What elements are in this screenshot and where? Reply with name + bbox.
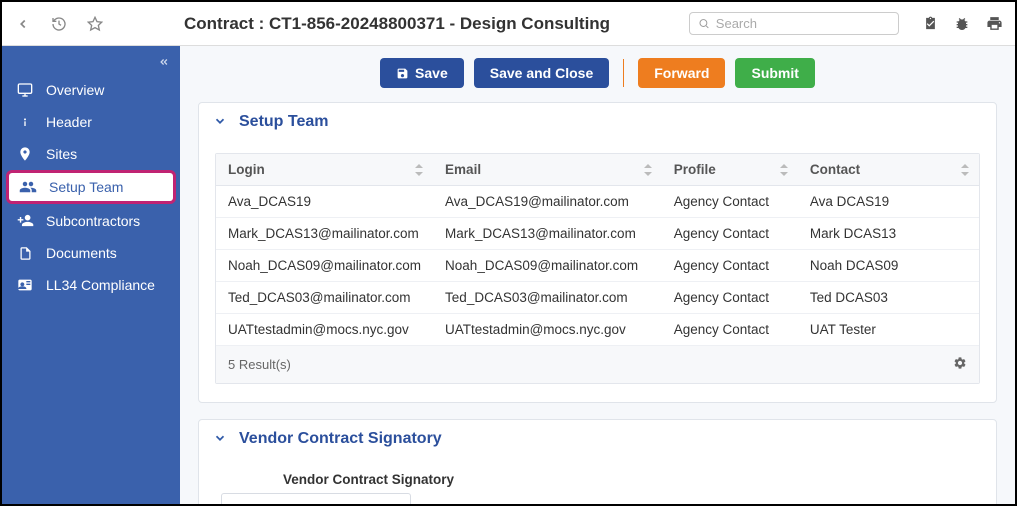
signatory-panel: Vendor Contract Signatory Vendor Contrac… bbox=[198, 419, 997, 504]
sidebar-collapse[interactable] bbox=[2, 54, 180, 74]
sidebar-item-label: LL34 Compliance bbox=[46, 277, 155, 293]
button-divider bbox=[623, 59, 624, 87]
chevron-down-icon bbox=[213, 114, 227, 131]
cell-email: Ava_DCAS19@mailinator.com bbox=[433, 186, 662, 218]
cell-contact: Mark DCAS13 bbox=[798, 218, 979, 250]
gear-icon[interactable] bbox=[953, 356, 967, 373]
cell-login: Noah_DCAS09@mailinator.com bbox=[216, 250, 433, 282]
table-row[interactable]: Ava_DCAS19Ava_DCAS19@mailinator.comAgenc… bbox=[216, 186, 979, 218]
sidebar-item-sites[interactable]: Sites bbox=[2, 138, 180, 170]
forward-button[interactable]: Forward bbox=[638, 58, 725, 88]
star-icon[interactable] bbox=[86, 15, 104, 33]
signatory-input[interactable] bbox=[221, 493, 411, 504]
sidebar: Overview Header Sites Setup Team Subcontract… bbox=[2, 46, 180, 504]
clipboard-icon[interactable] bbox=[921, 15, 939, 33]
table-row[interactable]: Ted_DCAS03@mailinator.comTed_DCAS03@mail… bbox=[216, 282, 979, 314]
sidebar-item-ll34-compliance[interactable]: LL34 Compliance bbox=[2, 269, 180, 301]
cell-contact: Noah DCAS09 bbox=[798, 250, 979, 282]
cell-profile: Agency Contact bbox=[662, 314, 798, 346]
pin-icon bbox=[16, 146, 34, 162]
forward-label: Forward bbox=[654, 65, 709, 81]
sidebar-item-label: Setup Team bbox=[49, 179, 123, 195]
save-close-button[interactable]: Save and Close bbox=[474, 58, 610, 88]
save-close-label: Save and Close bbox=[490, 65, 594, 81]
info-icon bbox=[16, 114, 34, 130]
table-footer: 5 Result(s) bbox=[216, 346, 979, 383]
signatory-field-label: Vendor Contract Signatory bbox=[283, 472, 980, 487]
panel-head-signatory[interactable]: Vendor Contract Signatory bbox=[199, 420, 996, 458]
setup-team-panel: Setup Team Login Email Profile Contact bbox=[198, 102, 997, 403]
col-profile[interactable]: Profile bbox=[662, 154, 798, 186]
id-card-icon bbox=[16, 277, 34, 293]
history-icon[interactable] bbox=[50, 15, 68, 33]
sidebar-item-setup-team[interactable]: Setup Team bbox=[6, 170, 176, 204]
search-icon bbox=[698, 17, 710, 30]
cell-profile: Agency Contact bbox=[662, 186, 798, 218]
sidebar-item-label: Overview bbox=[46, 82, 104, 98]
cell-login: Ava_DCAS19 bbox=[216, 186, 433, 218]
page-title: Contract : CT1-856-20248800371 - Design … bbox=[184, 14, 679, 34]
cell-profile: Agency Contact bbox=[662, 218, 798, 250]
search-input[interactable] bbox=[716, 16, 890, 31]
cell-email: Noah_DCAS09@mailinator.com bbox=[433, 250, 662, 282]
back-icon[interactable] bbox=[14, 15, 32, 33]
team-table: Login Email Profile Contact Ava_DCAS19Av… bbox=[215, 153, 980, 384]
table-row[interactable]: UATtestadmin@mocs.nyc.govUATtestadmin@mo… bbox=[216, 314, 979, 346]
submit-label: Submit bbox=[751, 65, 798, 81]
user-plus-icon bbox=[16, 212, 34, 229]
monitor-icon bbox=[16, 82, 34, 98]
doc-icon bbox=[16, 246, 34, 261]
save-label: Save bbox=[415, 65, 448, 81]
cell-email: UATtestadmin@mocs.nyc.gov bbox=[433, 314, 662, 346]
col-email[interactable]: Email bbox=[433, 154, 662, 186]
cell-profile: Agency Contact bbox=[662, 282, 798, 314]
save-icon bbox=[396, 67, 409, 80]
sidebar-item-overview[interactable]: Overview bbox=[2, 74, 180, 106]
col-contact[interactable]: Contact bbox=[798, 154, 979, 186]
users-icon bbox=[19, 178, 37, 196]
sidebar-item-header[interactable]: Header bbox=[2, 106, 180, 138]
col-login[interactable]: Login bbox=[216, 154, 433, 186]
topbar-actions bbox=[921, 15, 1003, 33]
cell-login: Ted_DCAS03@mailinator.com bbox=[216, 282, 433, 314]
result-count: 5 Result(s) bbox=[228, 357, 291, 372]
cell-profile: Agency Contact bbox=[662, 250, 798, 282]
sidebar-item-subcontractors[interactable]: Subcontractors bbox=[2, 204, 180, 237]
cell-email: Mark_DCAS13@mailinator.com bbox=[433, 218, 662, 250]
cell-login: UATtestadmin@mocs.nyc.gov bbox=[216, 314, 433, 346]
chevron-down-icon bbox=[213, 431, 227, 448]
save-button[interactable]: Save bbox=[380, 58, 464, 88]
sidebar-item-label: Header bbox=[46, 114, 92, 130]
cell-contact: UAT Tester bbox=[798, 314, 979, 346]
setup-team-title: Setup Team bbox=[239, 113, 329, 131]
sidebar-item-label: Sites bbox=[46, 146, 77, 162]
topbar: Contract : CT1-856-20248800371 - Design … bbox=[2, 2, 1015, 46]
submit-button[interactable]: Submit bbox=[735, 58, 814, 88]
table-row[interactable]: Noah_DCAS09@mailinator.comNoah_DCAS09@ma… bbox=[216, 250, 979, 282]
main-content: Save Save and Close Forward Submit bbox=[180, 46, 1015, 504]
sidebar-item-documents[interactable]: Documents bbox=[2, 237, 180, 269]
cell-contact: Ava DCAS19 bbox=[798, 186, 979, 218]
cell-email: Ted_DCAS03@mailinator.com bbox=[433, 282, 662, 314]
sidebar-item-label: Subcontractors bbox=[46, 213, 140, 229]
cell-login: Mark_DCAS13@mailinator.com bbox=[216, 218, 433, 250]
print-icon[interactable] bbox=[985, 15, 1003, 33]
table-row[interactable]: Mark_DCAS13@mailinator.comMark_DCAS13@ma… bbox=[216, 218, 979, 250]
signatory-title: Vendor Contract Signatory bbox=[239, 430, 442, 448]
cell-contact: Ted DCAS03 bbox=[798, 282, 979, 314]
topbar-nav bbox=[14, 15, 174, 33]
sidebar-item-label: Documents bbox=[46, 245, 117, 261]
action-row: Save Save and Close Forward Submit bbox=[198, 58, 997, 88]
search-box[interactable] bbox=[689, 12, 899, 35]
bug-icon[interactable] bbox=[953, 15, 971, 33]
panel-head-setup-team[interactable]: Setup Team bbox=[199, 103, 996, 141]
